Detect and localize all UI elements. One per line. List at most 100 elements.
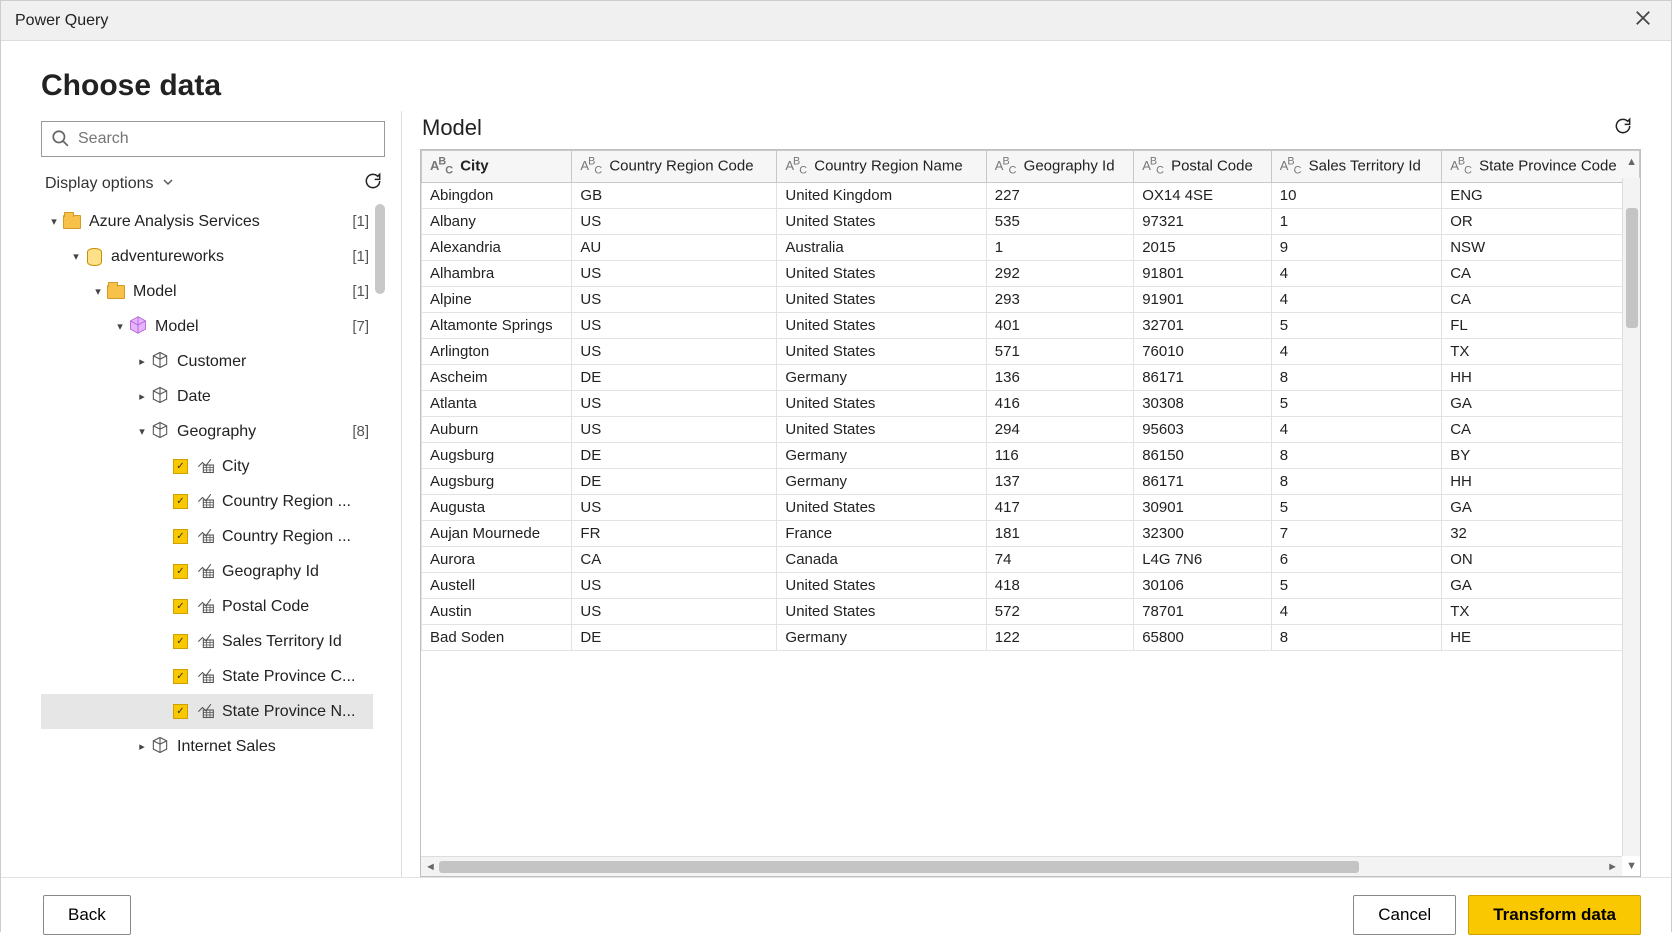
tree-node[interactable]: ▸State Province C... (41, 659, 373, 694)
table-row[interactable]: AugsburgDEGermany137861718HH (422, 468, 1640, 494)
column-header[interactable]: ABC City (422, 151, 572, 183)
scroll-up-icon[interactable]: ▲ (1626, 156, 1637, 168)
table-cell: 227 (986, 182, 1133, 208)
scroll-left-icon[interactable]: ◄ (425, 861, 436, 873)
tree-node[interactable]: ▾Azure Analysis Services[1] (41, 204, 373, 239)
horizontal-scroll-thumb[interactable] (439, 861, 1359, 873)
preview-title: Model (422, 115, 482, 141)
table-cell: United Kingdom (777, 182, 986, 208)
column-header[interactable]: ABC Postal Code (1134, 151, 1272, 183)
table-cell: US (572, 390, 777, 416)
table-cell: 86171 (1134, 364, 1272, 390)
table-cell: 78701 (1134, 598, 1272, 624)
table-row[interactable]: AustellUSUnited States418301065GA (422, 572, 1640, 598)
datatype-text-icon: ABC (995, 158, 1016, 173)
scroll-right-icon[interactable]: ► (1607, 861, 1618, 873)
table-row[interactable]: AscheimDEGermany136861718HH (422, 364, 1640, 390)
tree-node[interactable]: ▸Sales Territory Id (41, 624, 373, 659)
tree-node[interactable]: ▸Internet Sales (41, 729, 373, 764)
tree-node[interactable]: ▸Geography Id (41, 554, 373, 589)
tree-node[interactable]: ▸Country Region ... (41, 484, 373, 519)
checkbox-checked[interactable] (173, 459, 188, 474)
table-row[interactable]: AuburnUSUnited States294956034CA (422, 416, 1640, 442)
table-cell: FL (1442, 312, 1640, 338)
table-cell: United States (777, 338, 986, 364)
checkbox-checked[interactable] (173, 564, 188, 579)
table-row[interactable]: AugsburgDEGermany116861508BY (422, 442, 1640, 468)
tree-scrollbar[interactable] (375, 204, 385, 294)
expand-arrow-icon[interactable]: ▾ (113, 320, 127, 333)
refresh-tree-icon[interactable] (363, 171, 383, 196)
checkbox-checked[interactable] (173, 669, 188, 684)
table-cell: GA (1442, 494, 1640, 520)
checkbox-checked[interactable] (173, 634, 188, 649)
collapse-arrow-icon[interactable]: ▸ (135, 740, 149, 753)
table-cell: 86150 (1134, 442, 1272, 468)
tree-node[interactable]: ▾Model[1] (41, 274, 373, 309)
column-header[interactable]: ABC State Province Code (1442, 151, 1640, 183)
collapse-arrow-icon[interactable]: ▸ (135, 390, 149, 403)
table-row[interactable]: Bad SodenDEGermany122658008HE (422, 624, 1640, 650)
table-cell: 30901 (1134, 494, 1272, 520)
table-row[interactable]: ArlingtonUSUnited States571760104TX (422, 338, 1640, 364)
table-row[interactable]: AbingdonGBUnited Kingdom227OX14 4SE10ENG (422, 182, 1640, 208)
table-row[interactable]: AlhambraUSUnited States292918014CA (422, 260, 1640, 286)
table-row[interactable]: AlexandriaAUAustralia120159NSW (422, 234, 1640, 260)
table-cell: 91801 (1134, 260, 1272, 286)
table-row[interactable]: AuroraCACanada74L4G 7N66ON (422, 546, 1640, 572)
transform-data-button[interactable]: Transform data (1468, 895, 1641, 935)
checkbox-checked[interactable] (173, 529, 188, 544)
table-cell: Aujan Mournede (422, 520, 572, 546)
search-input[interactable] (41, 121, 385, 157)
cancel-button[interactable]: Cancel (1353, 895, 1456, 935)
expand-arrow-icon[interactable]: ▾ (47, 215, 61, 228)
table-icon (149, 386, 171, 408)
checkbox-checked[interactable] (173, 494, 188, 509)
tree-node[interactable]: ▸City (41, 449, 373, 484)
column-header[interactable]: ABC Country Region Name (777, 151, 986, 183)
horizontal-scrollbar[interactable]: ◄ ► (421, 856, 1622, 876)
tree-node[interactable]: ▾Geography[8] (41, 414, 373, 449)
table-row[interactable]: AlbanyUSUnited States535973211OR (422, 208, 1640, 234)
tree-node-label: adventureworks (111, 248, 348, 266)
table-cell: OX14 4SE (1134, 182, 1272, 208)
table-row[interactable]: AugustaUSUnited States417309015GA (422, 494, 1640, 520)
table-cell: 5 (1271, 312, 1441, 338)
tree-node[interactable]: ▾adventureworks[1] (41, 239, 373, 274)
scroll-down-icon[interactable]: ▼ (1626, 860, 1637, 872)
column-header[interactable]: ABC Geography Id (986, 151, 1133, 183)
table-row[interactable]: Altamonte SpringsUSUnited States40132701… (422, 312, 1640, 338)
table-row[interactable]: AustinUSUnited States572787014TX (422, 598, 1640, 624)
table-row[interactable]: AlpineUSUnited States293919014CA (422, 286, 1640, 312)
display-options[interactable]: Display options (41, 165, 385, 204)
expand-arrow-icon[interactable]: ▾ (69, 250, 83, 263)
refresh-preview-icon[interactable] (1613, 116, 1633, 140)
vertical-scroll-thumb[interactable] (1626, 208, 1638, 328)
table-cell: Germany (777, 468, 986, 494)
back-button[interactable]: Back (43, 895, 131, 935)
vertical-scrollbar[interactable]: ▲ ▼ (1622, 178, 1640, 856)
tree-node[interactable]: ▸Date (41, 379, 373, 414)
table-icon (149, 421, 171, 443)
tree-node[interactable]: ▸Country Region ... (41, 519, 373, 554)
table-cell: 4 (1271, 338, 1441, 364)
column-header[interactable]: ABC Sales Territory Id (1271, 151, 1441, 183)
expand-arrow-icon[interactable]: ▾ (135, 425, 149, 438)
checkbox-checked[interactable] (173, 599, 188, 614)
table-cell: AU (572, 234, 777, 260)
column-header[interactable]: ABC Country Region Code (572, 151, 777, 183)
table-cell: TX (1442, 598, 1640, 624)
table-cell: HH (1442, 468, 1640, 494)
tree-node[interactable]: ▾Model[7] (41, 309, 373, 344)
checkbox-checked[interactable] (173, 704, 188, 719)
table-cell: 294 (986, 416, 1133, 442)
collapse-arrow-icon[interactable]: ▸ (135, 355, 149, 368)
table-row[interactable]: AtlantaUSUnited States416303085GA (422, 390, 1640, 416)
expand-arrow-icon[interactable]: ▾ (91, 285, 105, 298)
tree-node[interactable]: ▸Postal Code (41, 589, 373, 624)
table-cell: 30106 (1134, 572, 1272, 598)
table-row[interactable]: Aujan MournedeFRFrance18132300732 (422, 520, 1640, 546)
tree-node[interactable]: ▸State Province N... (41, 694, 373, 729)
close-icon[interactable] (1629, 4, 1657, 38)
tree-node[interactable]: ▸Customer (41, 344, 373, 379)
